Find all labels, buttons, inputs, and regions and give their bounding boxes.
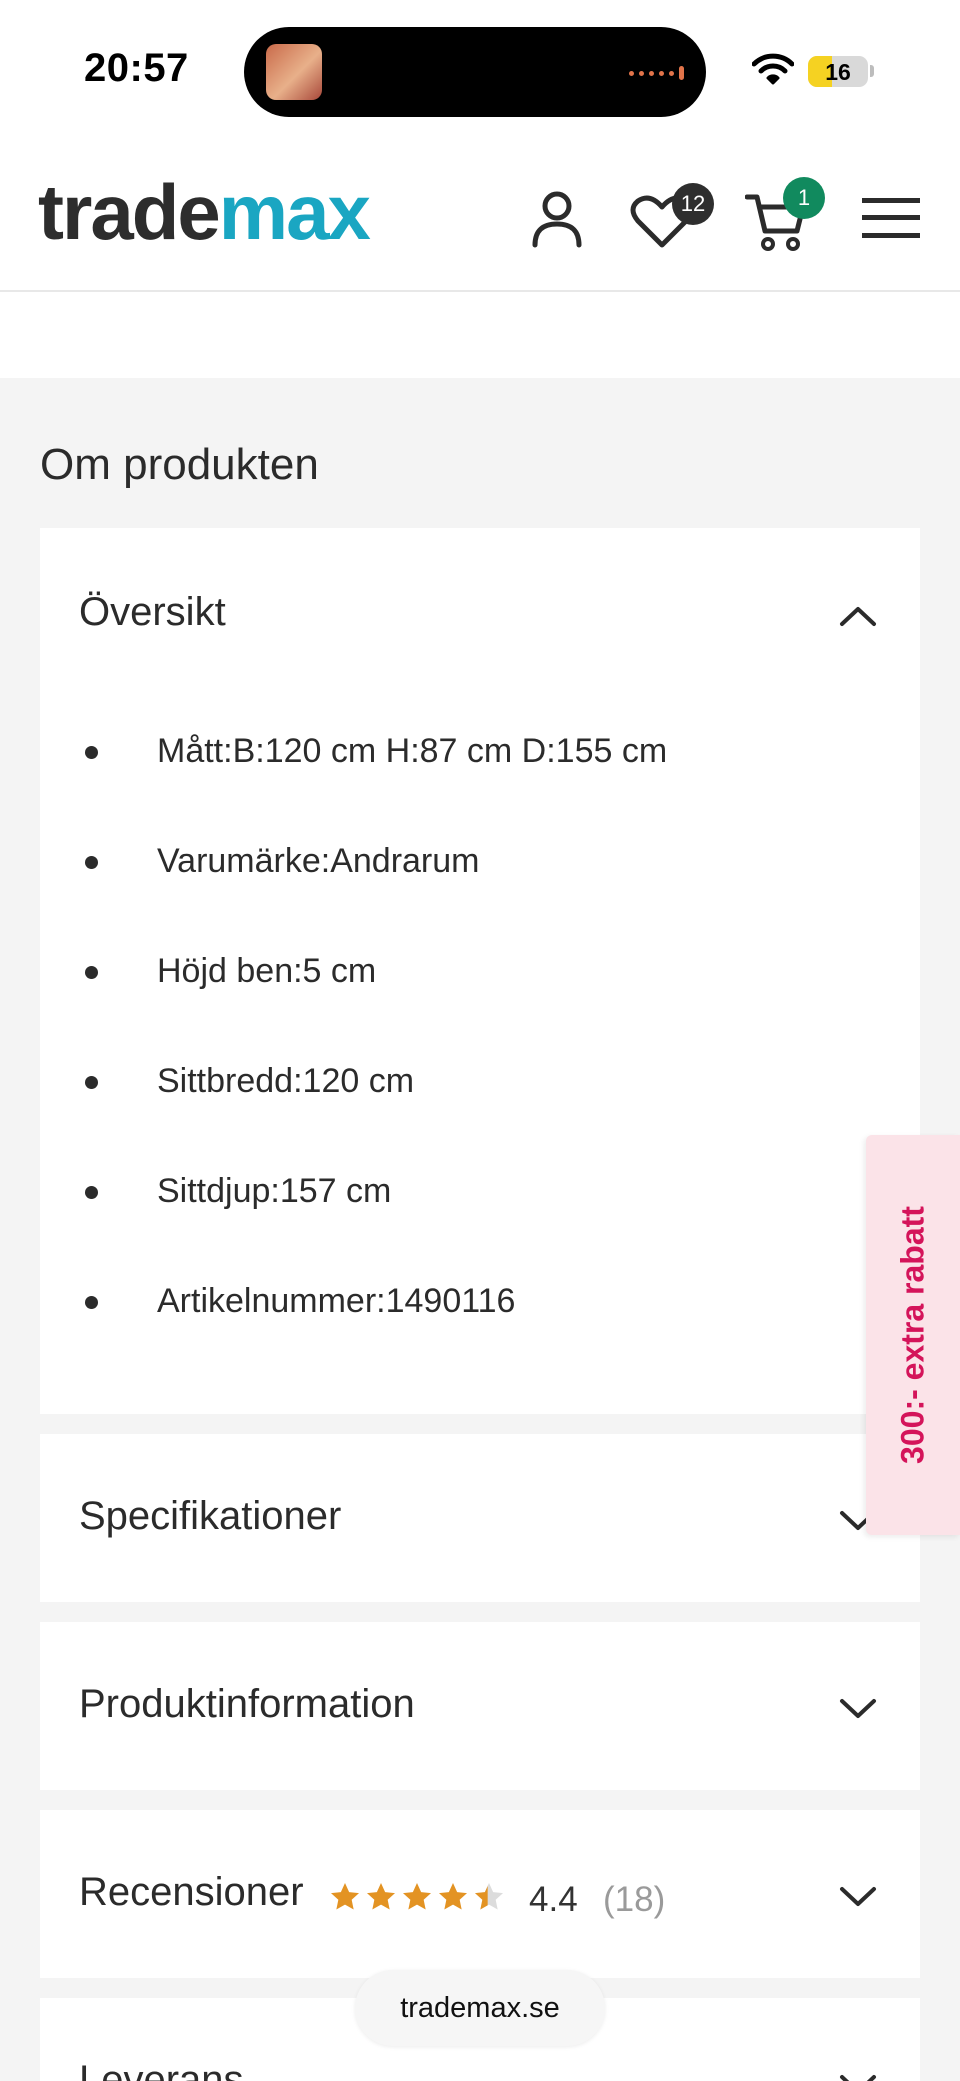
section-title: Om produkten: [40, 440, 319, 489]
overview-header[interactable]: Översikt: [79, 590, 226, 635]
cart-count-badge: 1: [783, 177, 825, 219]
now-playing-album-art: [266, 44, 322, 100]
half-star-icon: [475, 1883, 503, 1910]
star-rating: [328, 1881, 506, 1913]
wishlist-button[interactable]: 12: [630, 183, 720, 253]
reviews-title: Recensioner: [79, 1870, 304, 1914]
address-bar[interactable]: trademax.se: [355, 1970, 605, 2046]
battery-level: 16: [825, 59, 851, 85]
star-icon: [367, 1883, 395, 1910]
star-icon: [403, 1883, 431, 1910]
rating-value: 4.4: [529, 1880, 578, 1919]
status-time: 20:57: [84, 46, 189, 90]
chevron-down-icon: [840, 1887, 876, 1906]
promo-side-tab[interactable]: 300:- extra rabatt: [866, 1135, 960, 1535]
chevron-up-icon[interactable]: [838, 604, 878, 628]
site-header: trademax 12 1: [0, 135, 960, 292]
specifications-accordion[interactable]: Specifikationer: [40, 1434, 920, 1602]
star-icon: [331, 1883, 359, 1910]
battery-icon: 16: [808, 56, 868, 87]
list-item: Sittdjup:157 cm: [40, 1168, 920, 1218]
wifi-icon: [752, 53, 794, 85]
status-bar: 20:57 16: [0, 0, 960, 135]
list-item: Mått:B:120 cm H:87 cm D:155 cm: [40, 728, 920, 778]
account-icon[interactable]: [530, 190, 584, 248]
promo-text: 300:- extra rabatt: [894, 1206, 931, 1464]
star-icon: [439, 1883, 467, 1910]
reviews-accordion[interactable]: Recensioner 4.4 (18): [40, 1810, 920, 1978]
list-item: Varumärke:Andrarum: [40, 838, 920, 888]
cart-button[interactable]: 1: [745, 177, 835, 257]
audio-waveform-icon: [629, 66, 684, 80]
menu-icon[interactable]: [862, 197, 920, 239]
trademax-logo[interactable]: trademax: [38, 173, 371, 251]
delivery-title: Leverans: [79, 2058, 244, 2081]
wishlist-count-badge: 12: [672, 183, 714, 225]
overview-panel: Översikt Mått:B:120 cm H:87 cm D:155 cm …: [40, 528, 920, 1414]
dynamic-island[interactable]: [244, 27, 706, 117]
review-count: (18): [603, 1880, 666, 1919]
product-info-accordion[interactable]: Produktinformation: [40, 1622, 920, 1790]
specifications-title: Specifikationer: [79, 1494, 342, 1538]
chevron-down-icon: [840, 2075, 876, 2081]
chevron-down-icon: [840, 1699, 876, 1718]
content-top-area: [0, 292, 960, 378]
list-item: Höjd ben:5 cm: [40, 948, 920, 998]
list-item: Artikelnummer:1490116: [40, 1278, 920, 1328]
product-info-title: Produktinformation: [79, 1682, 415, 1726]
list-item: Sittbredd:120 cm: [40, 1058, 920, 1108]
